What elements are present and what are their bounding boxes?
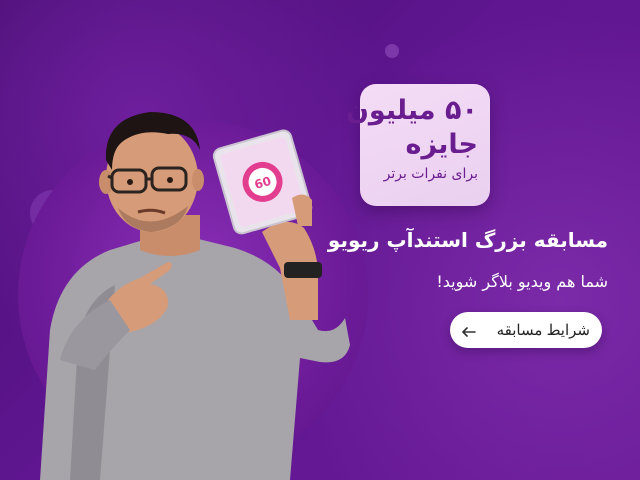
contest-subline: شما هم ویدیو بلاگر شوید! xyxy=(436,272,608,291)
prize-subtitle: برای نفرات برتر xyxy=(383,166,478,182)
arrow-left-icon xyxy=(462,325,476,337)
contest-headline: مسابقه بزرگ استندآپ ریویو xyxy=(327,228,608,252)
prize-amount: ۵۰ میلیون xyxy=(345,95,478,126)
prize-card: ۵۰ میلیون جایزه برای نفرات برتر xyxy=(345,84,490,206)
prize-word: جایزه xyxy=(405,129,478,160)
promo-banner[interactable]: 60 ۵۰ میلیون جایزه برای نفرات برتر مسابق… xyxy=(0,0,640,480)
terms-button-label: شرایط مسابقه xyxy=(496,322,590,339)
terms-button[interactable]: شرایط مسابقه xyxy=(450,312,602,348)
